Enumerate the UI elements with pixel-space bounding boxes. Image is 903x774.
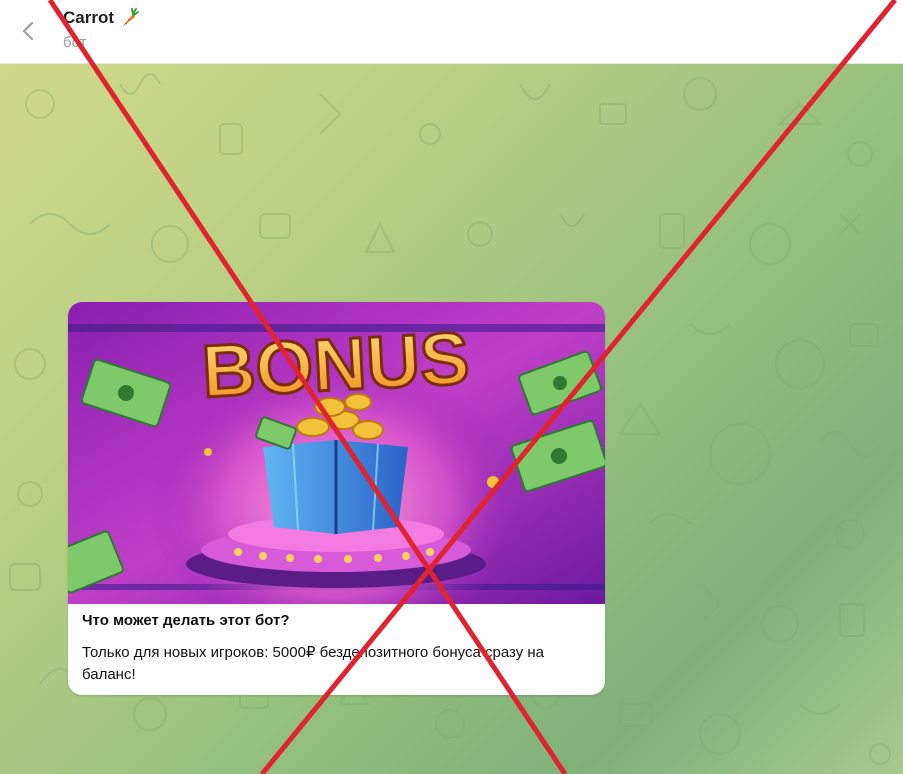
arrow-left-icon <box>22 21 34 41</box>
card-description: Только для новых игроков: 5000₽ бездепоз… <box>82 644 544 683</box>
chat-title-text: Carrot <box>63 8 115 27</box>
bonus-banner-image: BONUS <box>68 302 605 604</box>
chat-background: BONUS Что может делать этот бот? Только … <box>0 64 903 774</box>
back-button[interactable] <box>14 16 44 46</box>
carrot-icon <box>122 8 140 27</box>
chat-subtitle: бот <box>63 34 87 51</box>
chat-header: Carrot бот <box>0 0 903 64</box>
bot-description-card: BONUS Что может делать этот бот? Только … <box>68 302 605 695</box>
chat-title[interactable]: Carrot <box>63 7 140 29</box>
card-title: Что может делать этот бот? <box>82 612 290 629</box>
